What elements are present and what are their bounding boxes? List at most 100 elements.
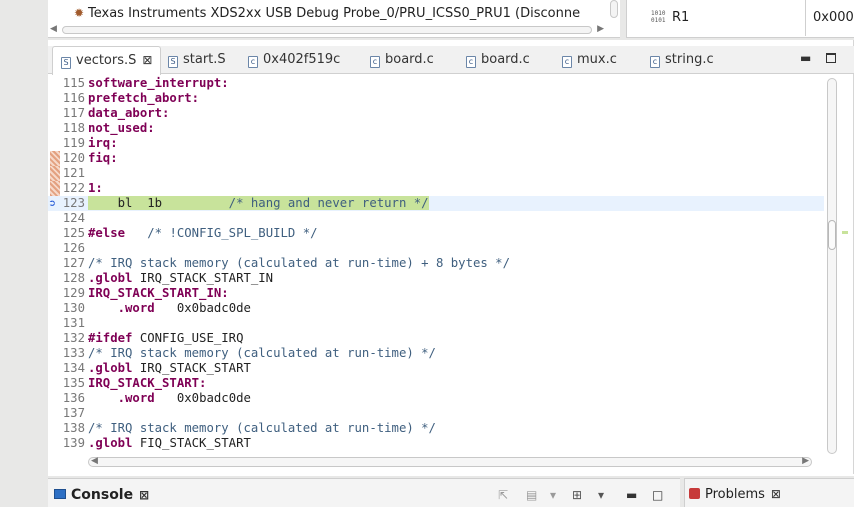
close-tab-icon[interactable]: ⊠ [142,53,152,67]
scrollbar-track[interactable] [610,0,618,18]
tab-problems[interactable]: Problems ⊠ [684,478,854,507]
top-strip: ✹ Texas Instruments XDS2xx USB Debug Prob… [0,0,854,40]
code-line[interactable]: 137 [48,406,824,421]
code-line[interactable]: 134 .globl IRQ_STACK_START [48,361,824,376]
display-console-dropdown-icon[interactable]: ▾ [550,488,556,502]
code-line[interactable]: 115 software_interrupt: [48,76,824,91]
editor-vertical-scrollbar[interactable] [826,78,838,454]
tab-board-c-2[interactable]: c board.c [458,46,538,74]
tab-console[interactable]: Console ⊠ ⇱ ▤ ▾ ⊞ ▾ ▬ □ [48,478,680,507]
instruction-pointer-icon: ➲ [49,197,56,210]
code-line[interactable]: 129 IRQ_STACK_START_IN: [48,286,824,301]
code-line[interactable]: 119 irq: [48,136,824,151]
scrollbar-track[interactable] [88,457,812,467]
code-line[interactable]: 133/* IRQ stack memory (calculated at ru… [48,346,824,361]
code-line[interactable]: 136 .word 0x0badc0de [48,391,824,406]
code-text: .word 0x0badc0de [117,391,251,405]
c-file-icon: c [370,56,380,68]
maximize-icon[interactable]: □ [652,488,663,502]
display-console-icon[interactable]: ▤ [526,488,537,502]
open-console-dropdown-icon[interactable]: ▾ [598,488,604,502]
line-number: 137 [62,406,85,420]
line-number: 116 [62,91,85,105]
line-number: 122 [62,181,85,195]
debug-target-row[interactable]: ✹ Texas Instruments XDS2xx USB Debug Prob… [74,6,580,26]
code-line[interactable]: 122 1: [48,181,824,196]
line-number: 120 [62,151,85,165]
tab-start-s[interactable]: Sstart.S [160,46,234,74]
left-side-strip [0,40,48,507]
code-line[interactable]: 120 fiq: [48,151,824,166]
register-value[interactable]: 0x000 [813,10,854,25]
annotation-marker[interactable] [50,151,60,166]
code-line[interactable]: 117 data_abort: [48,106,824,121]
code-text: bl 1b /* hang and never return */ [88,196,429,210]
asm-file-icon: S [168,56,178,68]
c-file-icon: c [466,56,476,68]
code-line[interactable]: 128 .globl IRQ_STACK_START_IN [48,271,824,286]
scrollbar-track[interactable] [827,78,837,454]
line-number: 125 [62,226,85,240]
open-console-icon[interactable]: ⊞ [572,488,582,502]
code-line[interactable]: 125 #else /* !CONFIG_SPL_BUILD */ [48,226,824,241]
debug-horizontal-scrollbar[interactable]: ◀ ▶ [48,24,606,36]
code-text: /* IRQ stack memory (calculated at run-t… [88,346,436,360]
annotation-marker[interactable] [50,166,60,181]
register-name[interactable]: R1 [672,10,689,25]
line-number: 129 [62,286,85,300]
editor-horizontal-scrollbar[interactable]: ◀ ▶ [88,456,812,468]
tab-label: start.S [183,52,226,67]
minimize-icon[interactable]: ▬ [626,488,637,502]
scrollbar-track[interactable] [62,26,592,34]
c-file-icon: c [562,56,572,68]
line-number: 135 [62,376,85,390]
code-line[interactable]: 124 [48,211,824,226]
line-number: 128 [62,271,85,285]
code-text: /* IRQ stack memory (calculated at run-t… [88,256,510,270]
code-text: .globl FIQ_STACK_START [88,436,251,450]
scroll-left-icon[interactable]: ◀ [50,24,57,34]
line-number: 136 [62,391,85,405]
line-number: 119 [62,136,85,150]
tab-vectors-s[interactable]: Svectors.S ⊠ [52,46,162,75]
scrollbar-thumb[interactable] [828,220,836,250]
debug-vertical-scrollbar[interactable] [608,0,620,24]
scroll-right-icon[interactable]: ▶ [597,24,604,34]
code-line[interactable]: 118 not_used: [48,121,824,136]
close-tab-icon[interactable]: ⊠ [771,487,781,501]
tab-board-c[interactable]: c board.c [362,46,442,74]
problems-tab-label[interactable]: Problems ⊠ [689,487,781,502]
tab-string-c[interactable]: c string.c [642,46,722,74]
tab-disassembly[interactable]: c 0x402f519c [240,46,348,74]
registers-view: 1010 0101 R1 0x000 [626,0,854,38]
tab-label: vectors.S [76,53,137,68]
code-line[interactable]: 132 #ifdef CONFIG_USE_IRQ [48,331,824,346]
close-tab-icon[interactable]: ⊠ [139,488,149,502]
problems-label: Problems [705,487,765,502]
tab-mux-c[interactable]: c mux.c [554,46,625,74]
code-line[interactable]: 121 [48,166,824,181]
minimize-icon[interactable]: ▬ [800,51,811,65]
pin-console-icon[interactable]: ⇱ [498,488,508,502]
code-line[interactable]: 127/* IRQ stack memory (calculated at ru… [48,256,824,271]
code-line[interactable]: 130 .word 0x0badc0de [48,301,824,316]
code-line[interactable]: 139 .globl FIQ_STACK_START [48,436,824,451]
scroll-left-icon[interactable]: ◀ [91,456,98,466]
maximize-icon[interactable] [826,53,836,63]
code-line[interactable]: 116 prefetch_abort: [48,91,824,106]
code-text: .word 0x0badc0de [117,301,251,315]
console-tab-label[interactable]: Console ⊠ [54,487,149,503]
debug-view: ✹ Texas Instruments XDS2xx USB Debug Prob… [48,0,620,38]
code-editor[interactable]: 115 software_interrupt: 116 prefetch_abort:… [48,74,828,454]
asm-file-icon: S [61,57,71,69]
code-line[interactable]: 126 [48,241,824,256]
code-line[interactable]: 135 IRQ_STACK_START: [48,376,824,391]
annotation-marker[interactable] [50,181,60,196]
tab-label: board.c [481,52,530,67]
code-line[interactable]: 131 [48,316,824,331]
code-line[interactable]: ➲ 123 bl 1b /* hang and never return */ [48,196,824,211]
tab-label: mux.c [577,52,617,67]
overview-ruler-marker[interactable] [842,231,848,234]
scroll-right-icon[interactable]: ▶ [802,456,809,466]
code-line[interactable]: 138/* IRQ stack memory (calculated at ru… [48,421,824,436]
